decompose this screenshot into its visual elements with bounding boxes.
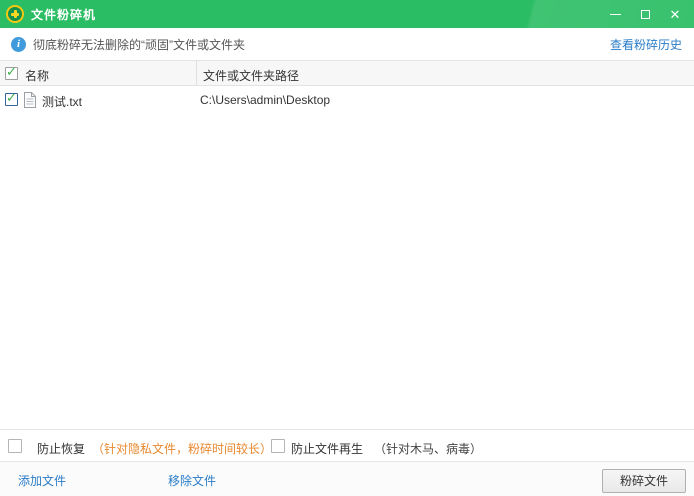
document-icon [23,92,36,111]
minimize-button[interactable] [600,0,630,28]
app-icon-plus-vertical [14,10,17,18]
close-button[interactable]: ✕ [660,0,690,28]
table-header: ✓ 名称 文件或文件夹路径 [0,60,694,86]
titlebar[interactable]: 文件粉碎机 ✕ [0,0,694,28]
window-title: 文件粉碎机 [31,6,96,23]
prevent-regeneration-label[interactable]: 防止文件再生 [291,440,363,457]
maximize-button[interactable] [630,0,660,28]
shred-files-button[interactable]: 粉碎文件 [602,469,686,493]
footer-bar: 添加文件 移除文件 粉碎文件 [0,461,694,496]
options-row: 防止恢复 （针对隐私文件，粉碎时间较长） 防止文件再生 （针对木马、病毒） [0,429,694,461]
row-file-name: 测试.txt [42,93,82,110]
row-file-path: C:\Users\admin\Desktop [200,93,330,107]
shredder-app-icon [6,5,24,23]
check-icon: ✓ [6,91,17,104]
window-controls: ✕ [600,0,690,28]
info-circle-icon: i [11,37,26,52]
column-header-path[interactable]: 文件或文件夹路径 [203,67,299,84]
check-icon: ✓ [6,65,17,78]
prevent-regeneration-note: （针对木马、病毒） [374,440,482,457]
prevent-recovery-checkbox[interactable] [8,439,22,453]
table-row[interactable]: ✓ 测试.txt C:\Users\admin\Desktop [0,87,694,113]
prevent-recovery-label[interactable]: 防止恢复 [37,440,85,457]
select-all-checkbox[interactable]: ✓ [5,67,18,80]
row-checkbox[interactable]: ✓ [5,93,18,106]
prevent-regeneration-checkbox[interactable] [271,439,285,453]
file-shredder-window: 文件粉碎机 ✕ i 彻底粉碎无法删除的“顽固”文件或文件夹 查看粉碎历史 ✓ 名… [0,0,694,496]
add-files-button[interactable]: 添加文件 [18,472,66,489]
close-icon: ✕ [670,8,681,21]
info-bar: i 彻底粉碎无法删除的“顽固”文件或文件夹 查看粉碎历史 [0,28,694,60]
maximize-icon [641,10,650,19]
view-shred-history-link[interactable]: 查看粉碎历史 [610,36,682,53]
remove-files-button[interactable]: 移除文件 [168,472,216,489]
info-text: 彻底粉碎无法删除的“顽固”文件或文件夹 [33,36,245,53]
column-separator [196,61,197,85]
minimize-icon [610,14,621,15]
column-header-name[interactable]: 名称 [25,67,49,84]
prevent-recovery-note: （针对隐私文件，粉碎时间较长） [92,440,272,457]
